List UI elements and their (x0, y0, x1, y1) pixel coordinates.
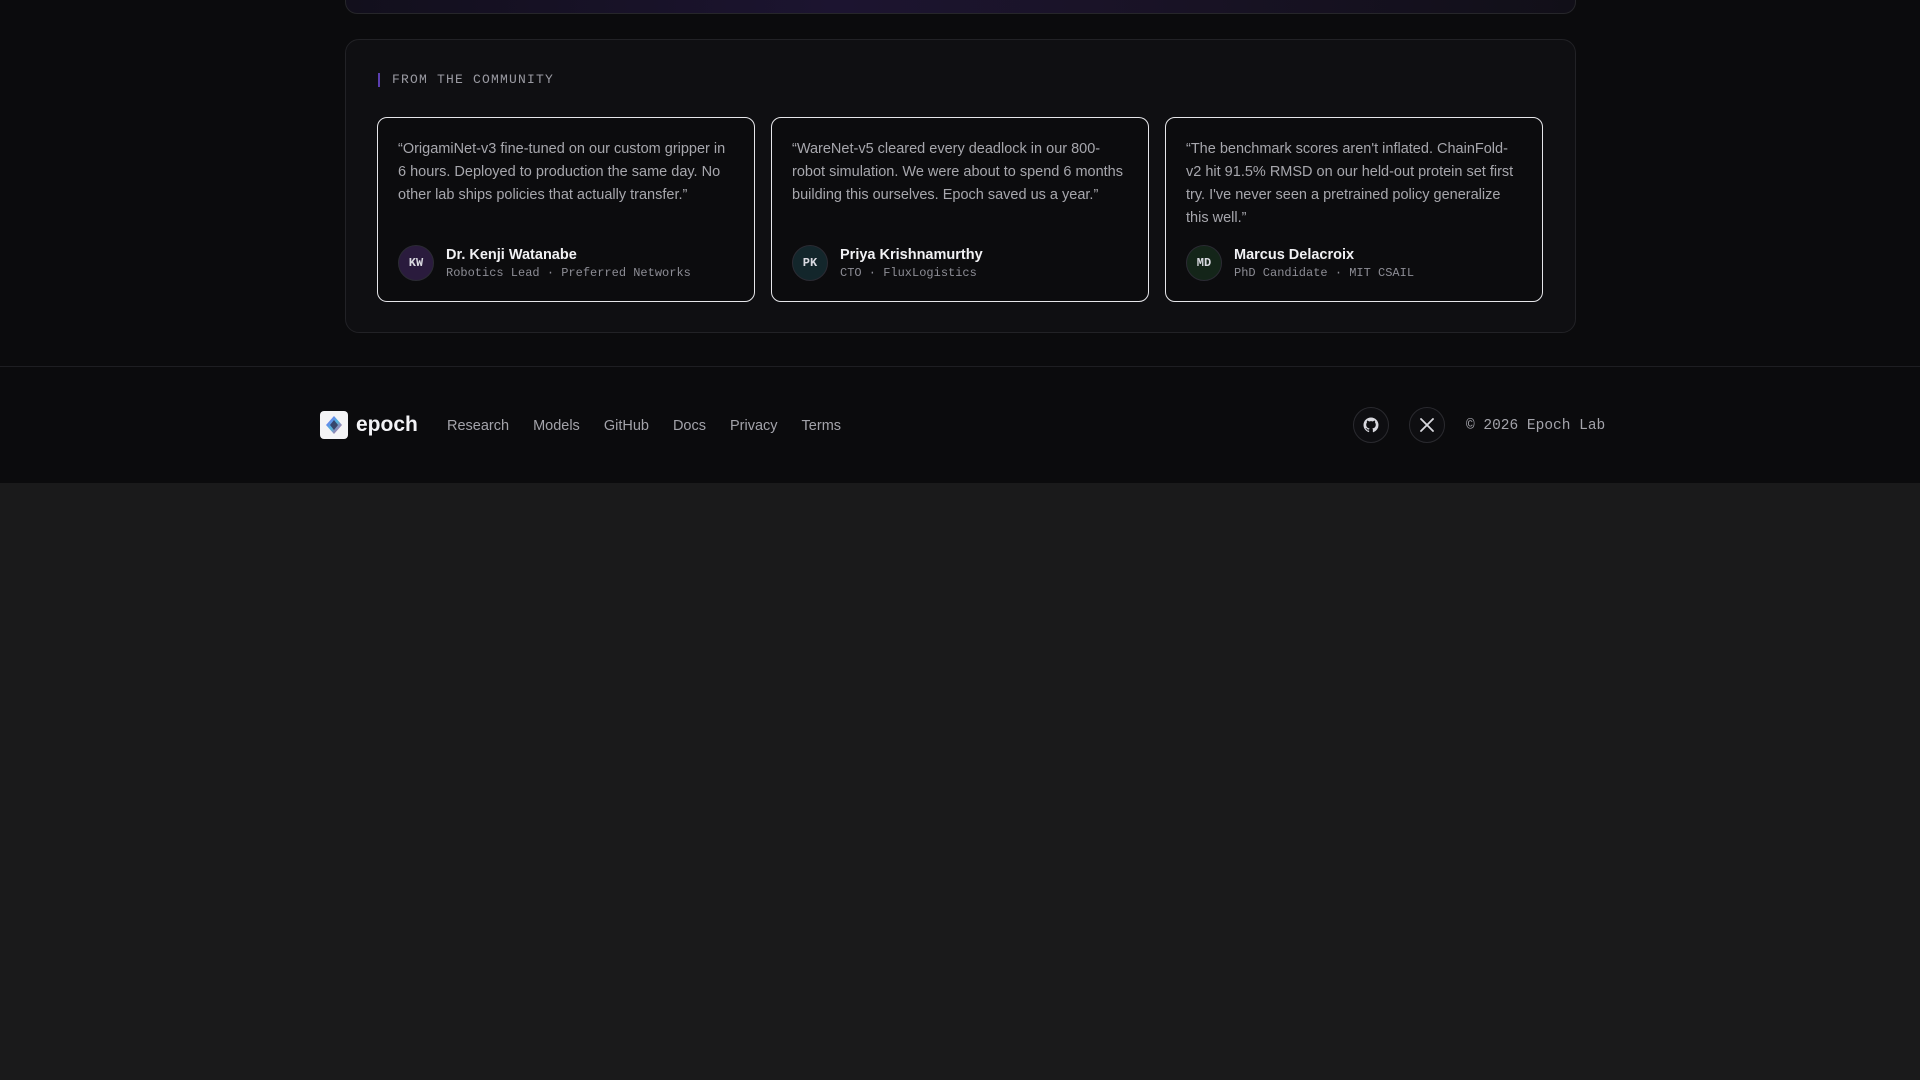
section-label: FROM THE COMMUNITY (378, 73, 554, 87)
brand-name: epoch (356, 413, 418, 436)
author-role: PhD Candidate · MIT CSAIL (1234, 265, 1415, 280)
footer-link-docs[interactable]: Docs (673, 417, 706, 435)
community-testimonials-panel: FROM THE COMMUNITY “OrigamiNet-v3 fine-t… (345, 39, 1576, 333)
testimonial-cards: “OrigamiNet-v3 fine-tuned on our custom … (377, 117, 1543, 302)
testimonial-quote: “The benchmark scores aren't inflated. C… (1186, 141, 1514, 226)
footer-link-github[interactable]: GitHub (604, 417, 649, 435)
author-name: Marcus Delacroix (1234, 246, 1355, 263)
x-icon (1420, 418, 1434, 432)
avatar: KW (398, 245, 434, 281)
testimonial-author: PK Priya Krishnamurthy CTO · FluxLogisti… (792, 245, 983, 281)
footer-link-terms[interactable]: Terms (802, 417, 841, 435)
avatar: PK (792, 245, 828, 281)
site-footer: epoch Research Models GitHub Docs Privac… (0, 367, 1920, 483)
footer-brand[interactable]: epoch (320, 411, 418, 439)
testimonial-card: “OrigamiNet-v3 fine-tuned on our custom … (377, 117, 755, 302)
testimonial-author: MD Marcus Delacroix PhD Candidate · MIT … (1186, 245, 1414, 281)
author-info: Priya Krishnamurthy CTO · FluxLogistics (840, 246, 983, 281)
author-name: Priya Krishnamurthy (840, 246, 983, 263)
footer-link-models[interactable]: Models (533, 417, 580, 435)
testimonial-quote: “WareNet-v5 cleared every deadlock in ou… (792, 141, 1124, 203)
previous-section-card (345, 0, 1576, 14)
footer-nav: Research Models GitHub Docs Privacy Term… (447, 417, 841, 435)
author-name: Dr. Kenji Watanabe (446, 246, 577, 263)
copyright: © 2026 Epoch Lab (1466, 418, 1606, 434)
avatar: MD (1186, 245, 1222, 281)
github-icon (1363, 417, 1379, 433)
author-role: Robotics Lead · Preferred Networks (446, 265, 691, 280)
footer-link-research[interactable]: Research (447, 417, 509, 435)
epoch-logo-icon (320, 411, 348, 439)
testimonial-author: KW Dr. Kenji Watanabe Robotics Lead · Pr… (398, 245, 691, 281)
author-info: Dr. Kenji Watanabe Robotics Lead · Prefe… (446, 246, 691, 281)
page-dark-section: FROM THE COMMUNITY “OrigamiNet-v3 fine-t… (0, 0, 1920, 483)
x-button[interactable] (1409, 407, 1445, 443)
testimonial-quote: “OrigamiNet-v3 fine-tuned on our custom … (398, 141, 726, 203)
author-role: CTO · FluxLogistics (840, 265, 977, 280)
footer-link-privacy[interactable]: Privacy (730, 417, 778, 435)
author-info: Marcus Delacroix PhD Candidate · MIT CSA… (1234, 246, 1414, 281)
testimonial-card: “WareNet-v5 cleared every deadlock in ou… (771, 117, 1149, 302)
github-button[interactable] (1353, 407, 1389, 443)
testimonial-card: “The benchmark scores aren't inflated. C… (1165, 117, 1543, 302)
